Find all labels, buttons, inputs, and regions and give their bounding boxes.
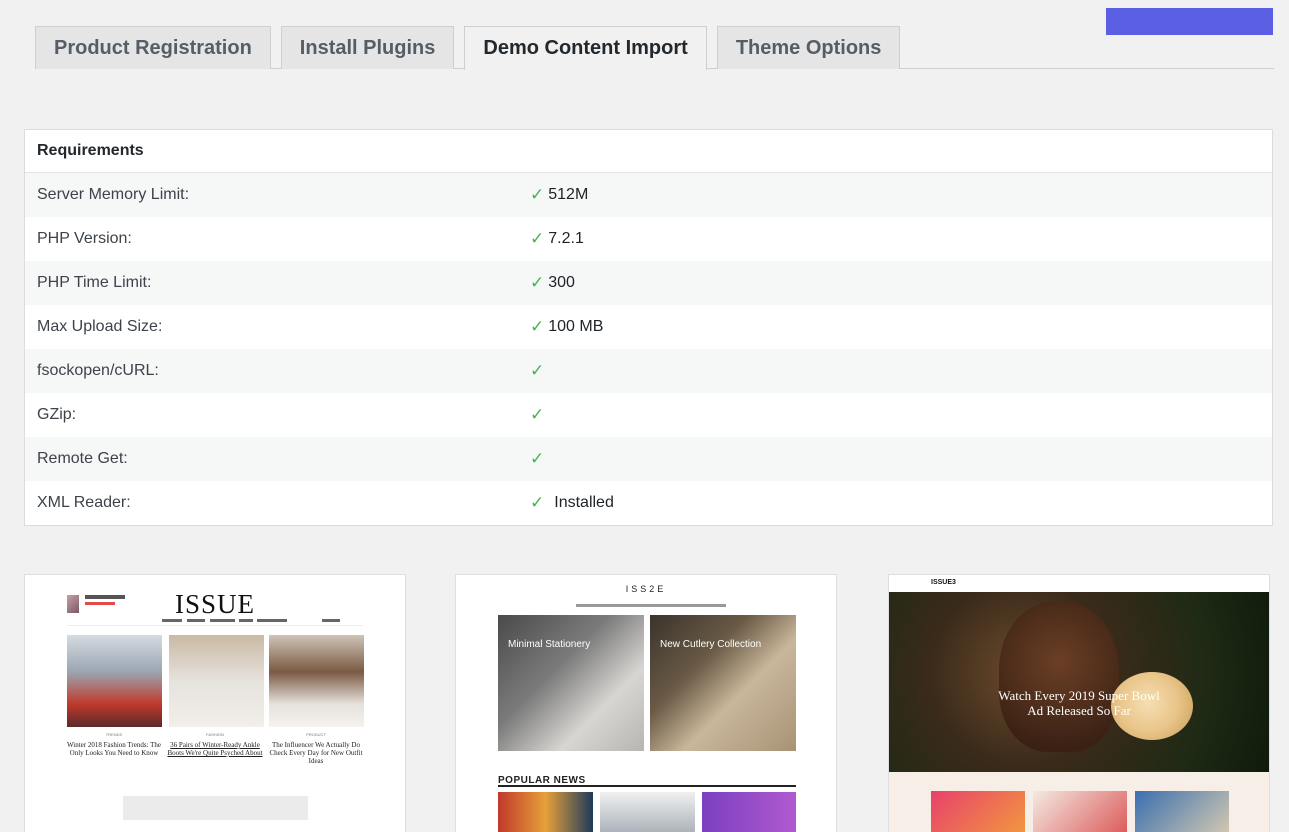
requirements-heading: Requirements [25,130,1272,173]
requirement-value: ✓ [530,449,548,469]
demo-caption: The Influencer We Actually Do Check Ever… [269,741,363,765]
table-row: XML Reader: ✓ Installed [25,481,1272,525]
check-icon: ✓ [530,185,545,204]
demo-hero-title-line: Watch Every 2019 Super Bowl [998,688,1160,703]
demo-tag: FASHION [206,732,224,737]
requirements-table: Requirements Server Memory Limit: ✓ 512M … [24,129,1273,526]
table-row: Max Upload Size: ✓ 100 MB [25,305,1272,349]
demo-thumbnail [1033,791,1127,832]
demo-header-link [85,602,115,605]
demo-card-issue[interactable]: ISSUE TRENDS FASHION PRODUCT Winter 2018… [24,574,406,832]
tab-theme-options[interactable]: Theme Options [716,26,901,69]
requirement-value: ✓ Installed [530,493,614,513]
demo-thumbnail [702,792,796,832]
table-row: PHP Time Limit: ✓ 300 [25,261,1272,305]
table-row: Remote Get: ✓ [25,437,1272,481]
table-row: Server Memory Limit: ✓ 512M [25,173,1272,217]
demo-load-more-button [123,796,308,820]
requirement-label: Max Upload Size: [37,318,163,335]
demo-hero-image: Watch Every 2019 Super Bowl Ad Released … [889,592,1269,772]
check-icon: ✓ [530,449,545,468]
demo-caption: 36 Pairs of Winter-Ready Ankle Boots We'… [167,741,263,757]
demo-hero-title-line: Ad Released So Far [1027,703,1131,718]
requirement-label: GZip: [37,406,77,423]
requirement-value-text: 300 [548,274,575,291]
demo-card-iss2e[interactable]: ISS2E Minimal Stationery New Cutlery Col… [455,574,837,832]
requirement-value: ✓ 512M [530,185,588,205]
demo-logo: ISSUE3 [931,579,956,586]
requirement-label: fsockopen/cURL: [37,362,159,379]
requirement-value: ✓ 7.2.1 [530,229,584,249]
table-row: GZip: ✓ [25,393,1272,437]
demo-nav [576,604,726,607]
demo-caption: Winter 2018 Fashion Trends: The Only Loo… [66,741,162,757]
requirement-value-text: Installed [554,494,614,511]
table-row: fsockopen/cURL: ✓ [25,349,1272,393]
demo-nav [67,616,363,626]
demo-card-title: Minimal Stationery [508,639,591,650]
requirements-rows: Server Memory Limit: ✓ 512M PHP Version: … [25,173,1272,525]
tab-install-plugins[interactable]: Install Plugins [280,26,455,69]
demo-hero-portrait [999,602,1119,752]
requirement-value-text: 100 MB [548,318,604,335]
demo-card-issue3[interactable]: ISSUE3 Watch Every 2019 Super Bowl Ad Re… [888,574,1270,832]
requirement-value-text: 512M [548,186,589,203]
demo-card-title: New Cutlery Collection [660,639,762,650]
requirement-value-text: 7.2.1 [548,230,584,247]
check-icon: ✓ [530,317,545,336]
demo-image [67,635,162,727]
tab-product-registration[interactable]: Product Registration [35,26,271,69]
demo-thumbnail [931,791,1025,832]
demo-thumbnail [600,792,695,832]
demo-tag: TRENDS [105,732,123,737]
requirement-value: ✓ [530,405,548,425]
demo-feature-card: Minimal Stationery [498,615,644,751]
demo-logo: ISS2E [625,584,667,594]
requirement-label: XML Reader: [37,494,131,511]
check-icon: ✓ [530,273,545,292]
requirement-label: PHP Version: [37,230,132,247]
demo-hero-title: Watch Every 2019 Super Bowl Ad Released … [889,688,1269,718]
table-row: PHP Version: ✓ 7.2.1 [25,217,1272,261]
tab-bar: Product Registration Install Plugins Dem… [35,26,1274,70]
demo-image [269,635,364,727]
requirement-label: Remote Get: [37,450,128,467]
demo-preview-header: ISSUE [25,583,405,619]
requirement-label: PHP Time Limit: [37,274,152,291]
requirement-value: ✓ 100 MB [530,317,603,337]
demo-thumbnail [67,595,79,613]
demo-tag: PRODUCT [306,732,326,737]
demo-preview-header: ISSUE3 [889,575,1269,592]
demo-thumbnail [1135,791,1229,832]
check-icon: ✓ [530,405,545,424]
demo-header-text [85,595,125,599]
check-icon: ✓ [530,361,545,380]
demo-thumbnail [498,792,593,832]
check-icon: ✓ [530,229,545,248]
check-icon: ✓ [530,493,545,512]
demo-image [169,635,264,727]
demo-section-divider [498,785,796,787]
demo-feature-card: New Cutlery Collection [650,615,796,751]
requirement-value: ✓ 300 [530,273,575,293]
requirement-label: Server Memory Limit: [37,186,190,203]
tab-demo-content-import[interactable]: Demo Content Import [464,26,707,70]
requirement-value: ✓ [530,361,548,381]
